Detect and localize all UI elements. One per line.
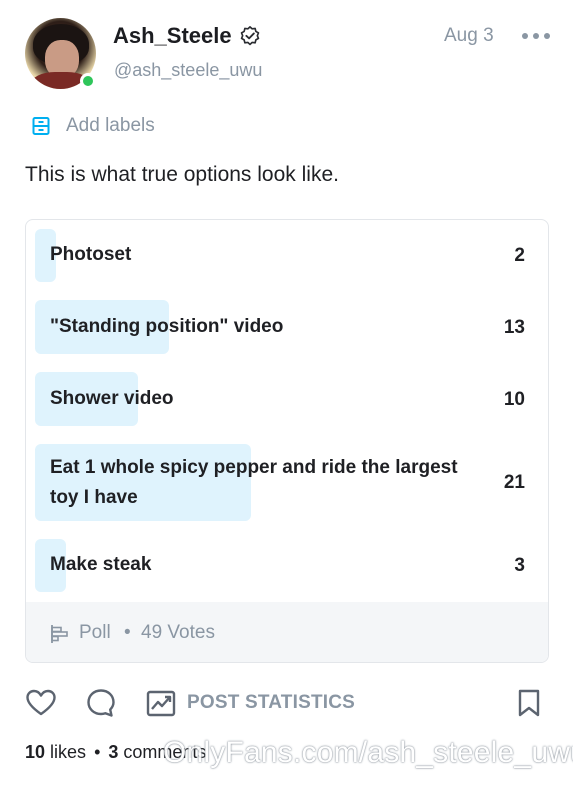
poll-option-label: "Standing position" video (50, 316, 284, 337)
post-header: Ash_Steele @ash_steele_uwu Aug 3 (25, 18, 555, 93)
poll-option-votes: 2 (514, 245, 525, 266)
poll-votes-total: 49 Votes (141, 622, 215, 643)
post-statistics-button[interactable]: POST STATISTICS (187, 692, 355, 714)
poll-footer: Poll • 49 Votes (26, 602, 548, 662)
poll-option-photoset[interactable]: Photoset 2 (35, 229, 540, 282)
poll-option-label: Eat 1 whole spicy pepper and ride the la… (50, 457, 458, 508)
poll-option-standing-position-video[interactable]: "Standing position" video 13 (35, 300, 540, 354)
verified-badge-icon (240, 26, 260, 46)
bookmark-icon[interactable] (513, 687, 545, 719)
post-text: This is what true options look like. (25, 163, 339, 186)
poll-option-votes: 21 (503, 472, 525, 493)
poll-type-label: Poll (79, 622, 111, 643)
poll-option-votes: 10 (503, 389, 525, 410)
engagement-separator: • (94, 742, 101, 762)
poll-option-shower-video[interactable]: Shower video 10 (35, 372, 540, 426)
post-actions: POST STATISTICS (25, 685, 550, 721)
poll-option-votes: 13 (503, 317, 525, 338)
poll-card: Photoset 2 "Standing position" video 13 … (25, 219, 549, 663)
poll-separator: • (124, 622, 131, 643)
poll-option-label: Shower video (50, 388, 174, 409)
comments-count[interactable]: 3 (108, 742, 118, 762)
poll-option-spicy-pepper[interactable]: Eat 1 whole spicy pepper and ride the la… (35, 444, 540, 521)
more-icon[interactable] (521, 31, 551, 41)
likes-count[interactable]: 10 (25, 742, 45, 762)
post-date[interactable]: Aug 3 (444, 25, 494, 47)
poll-option-make-steak[interactable]: Make steak 3 (35, 539, 540, 592)
author-name[interactable]: Ash_Steele (113, 23, 232, 49)
statistics-icon[interactable] (145, 687, 177, 719)
poll-option-label: Make steak (50, 554, 152, 575)
poll-option-label: Photoset (50, 244, 132, 265)
heart-icon[interactable] (25, 687, 57, 719)
label-icon (32, 117, 50, 135)
poll-option-votes: 3 (514, 555, 525, 576)
author-handle[interactable]: @ash_steele_uwu (114, 60, 262, 81)
add-labels-label: Add labels (66, 115, 155, 136)
comment-icon[interactable] (85, 687, 117, 719)
online-status-dot (80, 73, 96, 89)
poll-icon (51, 625, 68, 643)
watermark: OnlyFans.com/ash_steele_uwu (163, 736, 573, 769)
likes-label: likes (50, 742, 87, 762)
